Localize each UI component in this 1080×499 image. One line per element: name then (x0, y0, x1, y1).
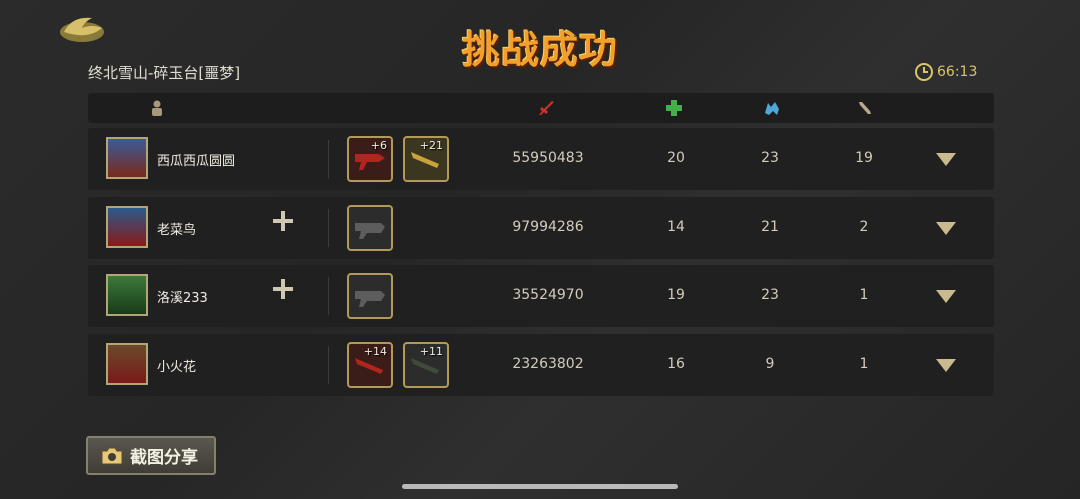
camera-icon (101, 447, 123, 464)
tank-value: 23 (761, 287, 779, 303)
damage-icon (539, 101, 554, 115)
screenshot-share-button[interactable]: 截图分享 (86, 436, 216, 475)
tank-icon (765, 102, 779, 115)
gray-weapon-icon (355, 291, 385, 307)
weapon-slot[interactable]: +6 (347, 136, 393, 182)
player-avatar[interactable] (106, 343, 148, 385)
timer: 66:13 (914, 62, 977, 82)
heal-value: 20 (667, 150, 685, 166)
player-name: 西瓜西瓜圆圆 (157, 154, 236, 169)
weapon-slot[interactable]: +14 (347, 342, 393, 388)
chevron-down-icon[interactable] (936, 359, 956, 372)
heal-value: 19 (667, 287, 685, 303)
stats-header (88, 93, 994, 123)
misc-value: 2 (859, 219, 869, 235)
player-row: 小火花 +14 +11 23263802 16 9 1 (88, 334, 994, 396)
tank-value: 23 (761, 150, 779, 166)
share-label: 截图分享 (130, 448, 198, 468)
stage-name: 终北雪山-碎玉台[噩梦] (88, 64, 241, 82)
heal-icon (666, 100, 682, 116)
heal-value: 16 (667, 356, 685, 372)
dark-weapon-icon (411, 358, 439, 374)
add-friend-icon[interactable] (273, 211, 293, 231)
red-weapon-icon (355, 358, 383, 374)
player-name: 老菜鸟 (157, 223, 197, 238)
red-weapon-icon (355, 154, 385, 170)
damage-value: 35524970 (512, 287, 584, 303)
player-name: 洛溪233 (157, 291, 208, 306)
player-avatar[interactable] (106, 206, 148, 248)
divider (328, 140, 329, 178)
weapon-slot[interactable]: +21 (403, 136, 449, 182)
weapon-slot[interactable] (347, 205, 393, 251)
chevron-down-icon[interactable] (936, 153, 956, 166)
divider (328, 209, 329, 247)
damage-value: 97994286 (512, 219, 584, 235)
player-avatar[interactable] (106, 137, 148, 179)
player-avatar[interactable] (106, 274, 148, 316)
gold-weapon-icon (411, 152, 439, 168)
chevron-down-icon[interactable] (936, 222, 956, 235)
chevron-down-icon[interactable] (936, 290, 956, 303)
misc-value: 1 (859, 287, 869, 303)
player-row: 西瓜西瓜圆圆 +6 +21 55950483 20 23 19 (88, 128, 994, 190)
weapon-slot[interactable]: +11 (403, 342, 449, 388)
damage-value: 23263802 (512, 356, 584, 372)
home-indicator[interactable] (402, 484, 678, 489)
player-name: 小火花 (157, 360, 197, 375)
heal-value: 14 (667, 219, 685, 235)
player-row: 洛溪233 35524970 19 23 1 (88, 265, 994, 327)
player-row: 老菜鸟 97994286 14 21 2 (88, 197, 994, 259)
tank-value: 21 (761, 219, 779, 235)
game-logo (60, 17, 104, 42)
tank-value: 9 (765, 356, 775, 372)
divider (328, 277, 329, 315)
misc-value: 1 (859, 356, 869, 372)
challenge-success-title: 挑战成功 (461, 27, 618, 72)
player-icon (152, 100, 162, 116)
damage-value: 55950483 (512, 150, 584, 166)
weapon-slot[interactable] (347, 273, 393, 319)
bone-icon (859, 102, 871, 114)
gray-weapon-icon (355, 223, 385, 239)
divider (328, 346, 329, 384)
add-friend-icon[interactable] (273, 279, 293, 299)
timer-value: 66:13 (937, 64, 978, 80)
misc-value: 19 (855, 150, 873, 166)
clock-icon (915, 63, 933, 81)
